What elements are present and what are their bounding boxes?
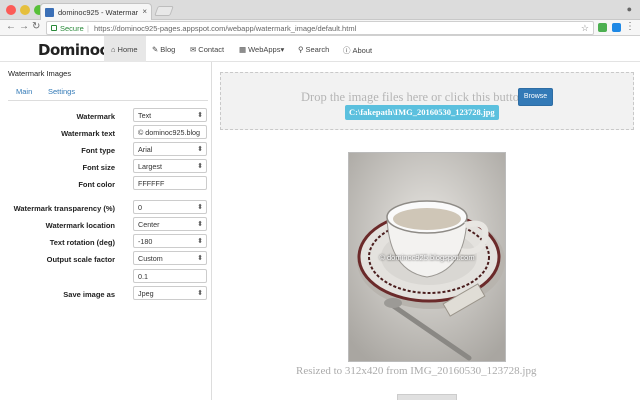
- secure-label: Secure: [60, 24, 84, 33]
- home-icon: ⌂: [111, 45, 116, 54]
- font-size-label: Font size: [82, 163, 115, 172]
- watermark-type-select[interactable]: Text: [133, 108, 207, 122]
- profile-icon[interactable]: ●: [627, 4, 632, 14]
- address-bar[interactable]: Secure | https://dominoc925-pages.appspo…: [46, 21, 594, 35]
- transparency-select[interactable]: 0: [133, 200, 207, 214]
- tab-title: dominoc925 - Watermark ima: [58, 8, 138, 17]
- search-icon: ⚲: [298, 45, 304, 54]
- watermark-label: Watermark: [76, 112, 116, 121]
- pencil-icon: ✎: [152, 45, 159, 54]
- browser-toolbar: ← → ↻ Secure | https://dominoc925-pages.…: [0, 20, 640, 36]
- resize-caption: Resized to 312x420 from IMG_20160530_123…: [296, 365, 537, 377]
- envelope-icon: ✉: [190, 45, 197, 54]
- file-name-badge: C:\fakepath\IMG_20160530_123728.jpg: [345, 105, 499, 120]
- extension-icon[interactable]: [598, 23, 607, 32]
- nav-label: WebApps: [248, 45, 281, 54]
- scale-select[interactable]: Custom: [133, 251, 207, 265]
- nav-about[interactable]: ⓘ About: [343, 36, 372, 62]
- browser-tab[interactable]: dominoc925 - Watermark ima ×: [40, 3, 152, 20]
- site-navbar: Dominoc925 ⌂Home ✎Blog ✉Contact ▦WebApps…: [0, 36, 640, 62]
- download-button[interactable]: [397, 394, 457, 400]
- browser-titlebar: dominoc925 - Watermark ima × ●: [0, 0, 640, 20]
- tab-close-icon[interactable]: ×: [142, 7, 147, 16]
- location-select[interactable]: Center: [133, 217, 207, 231]
- font-color-input[interactable]: FFFFFF: [133, 176, 207, 190]
- rotation-label: Text rotation (deg): [49, 238, 115, 247]
- font-size-select[interactable]: Largest: [133, 159, 207, 173]
- url-text[interactable]: https://dominoc925-pages.appspot.com/web…: [94, 24, 356, 33]
- drop-instructions: Drop the image files here or click this …: [301, 90, 526, 104]
- scale-value-input[interactable]: 0.1: [133, 269, 207, 283]
- watermark-overlay-text: © dominoc925.blogspot.com: [379, 253, 475, 262]
- bookmark-star-icon[interactable]: ☆: [581, 23, 589, 34]
- font-type-label: Font type: [81, 146, 115, 155]
- drop-zone[interactable]: Drop the image files here or click this …: [220, 72, 634, 130]
- watermark-text-input[interactable]: © dominoc925.blog: [133, 125, 207, 139]
- nav-home[interactable]: ⌂ Home: [104, 36, 146, 62]
- extension-icon[interactable]: [612, 23, 621, 32]
- reload-icon[interactable]: ↻: [32, 21, 40, 32]
- close-window-button[interactable]: [6, 5, 16, 15]
- forward-icon[interactable]: →: [19, 21, 29, 32]
- scale-label: Output scale factor: [46, 255, 115, 264]
- nav-label: Contact: [198, 45, 225, 54]
- minimize-window-button[interactable]: [20, 5, 30, 15]
- address-separator: |: [87, 24, 89, 33]
- settings-panel: Watermark Images Main Settings Watermark…: [0, 62, 212, 400]
- watermark-text-label: Watermark text: [61, 129, 115, 138]
- nav-blog[interactable]: ✎ Blog: [152, 36, 175, 62]
- lock-icon: [51, 25, 57, 31]
- tab-main[interactable]: Main: [16, 87, 32, 96]
- favicon-icon: [45, 8, 54, 17]
- nav-contact[interactable]: ✉ Contact: [190, 36, 224, 62]
- info-icon: ⓘ: [343, 46, 351, 55]
- grid-icon: ▦: [239, 45, 247, 54]
- nav-search[interactable]: ⚲ Search: [298, 36, 329, 62]
- brand-text: Dominoc: [38, 41, 108, 59]
- font-type-select[interactable]: Arial: [133, 142, 207, 156]
- preview-image[interactable]: © dominoc925.blogspot.com: [348, 152, 506, 362]
- nav-webapps[interactable]: ▦ WebApps▾: [239, 36, 284, 62]
- panel-title: Watermark Images: [8, 69, 72, 78]
- caret-down-icon: ▾: [280, 45, 285, 54]
- new-tab-button[interactable]: [154, 6, 174, 16]
- browse-button[interactable]: Browse: [518, 88, 553, 106]
- nav-label: About: [352, 46, 373, 55]
- font-color-label: Font color: [78, 180, 115, 189]
- nav-label: Search: [305, 45, 330, 54]
- browser-menu-icon[interactable]: ⋮: [625, 21, 635, 32]
- save-as-select[interactable]: Jpeg: [133, 286, 207, 300]
- rotation-select[interactable]: -180: [133, 234, 207, 248]
- location-label: Watermark location: [45, 221, 115, 230]
- tab-divider: [8, 100, 208, 101]
- nav-label: Home: [117, 45, 138, 54]
- back-icon[interactable]: ←: [6, 21, 16, 32]
- save-as-label: Save image as: [63, 290, 115, 299]
- nav-label: Blog: [160, 45, 176, 54]
- transparency-label: Watermark transparency (%): [13, 204, 115, 213]
- tab-settings[interactable]: Settings: [48, 87, 75, 96]
